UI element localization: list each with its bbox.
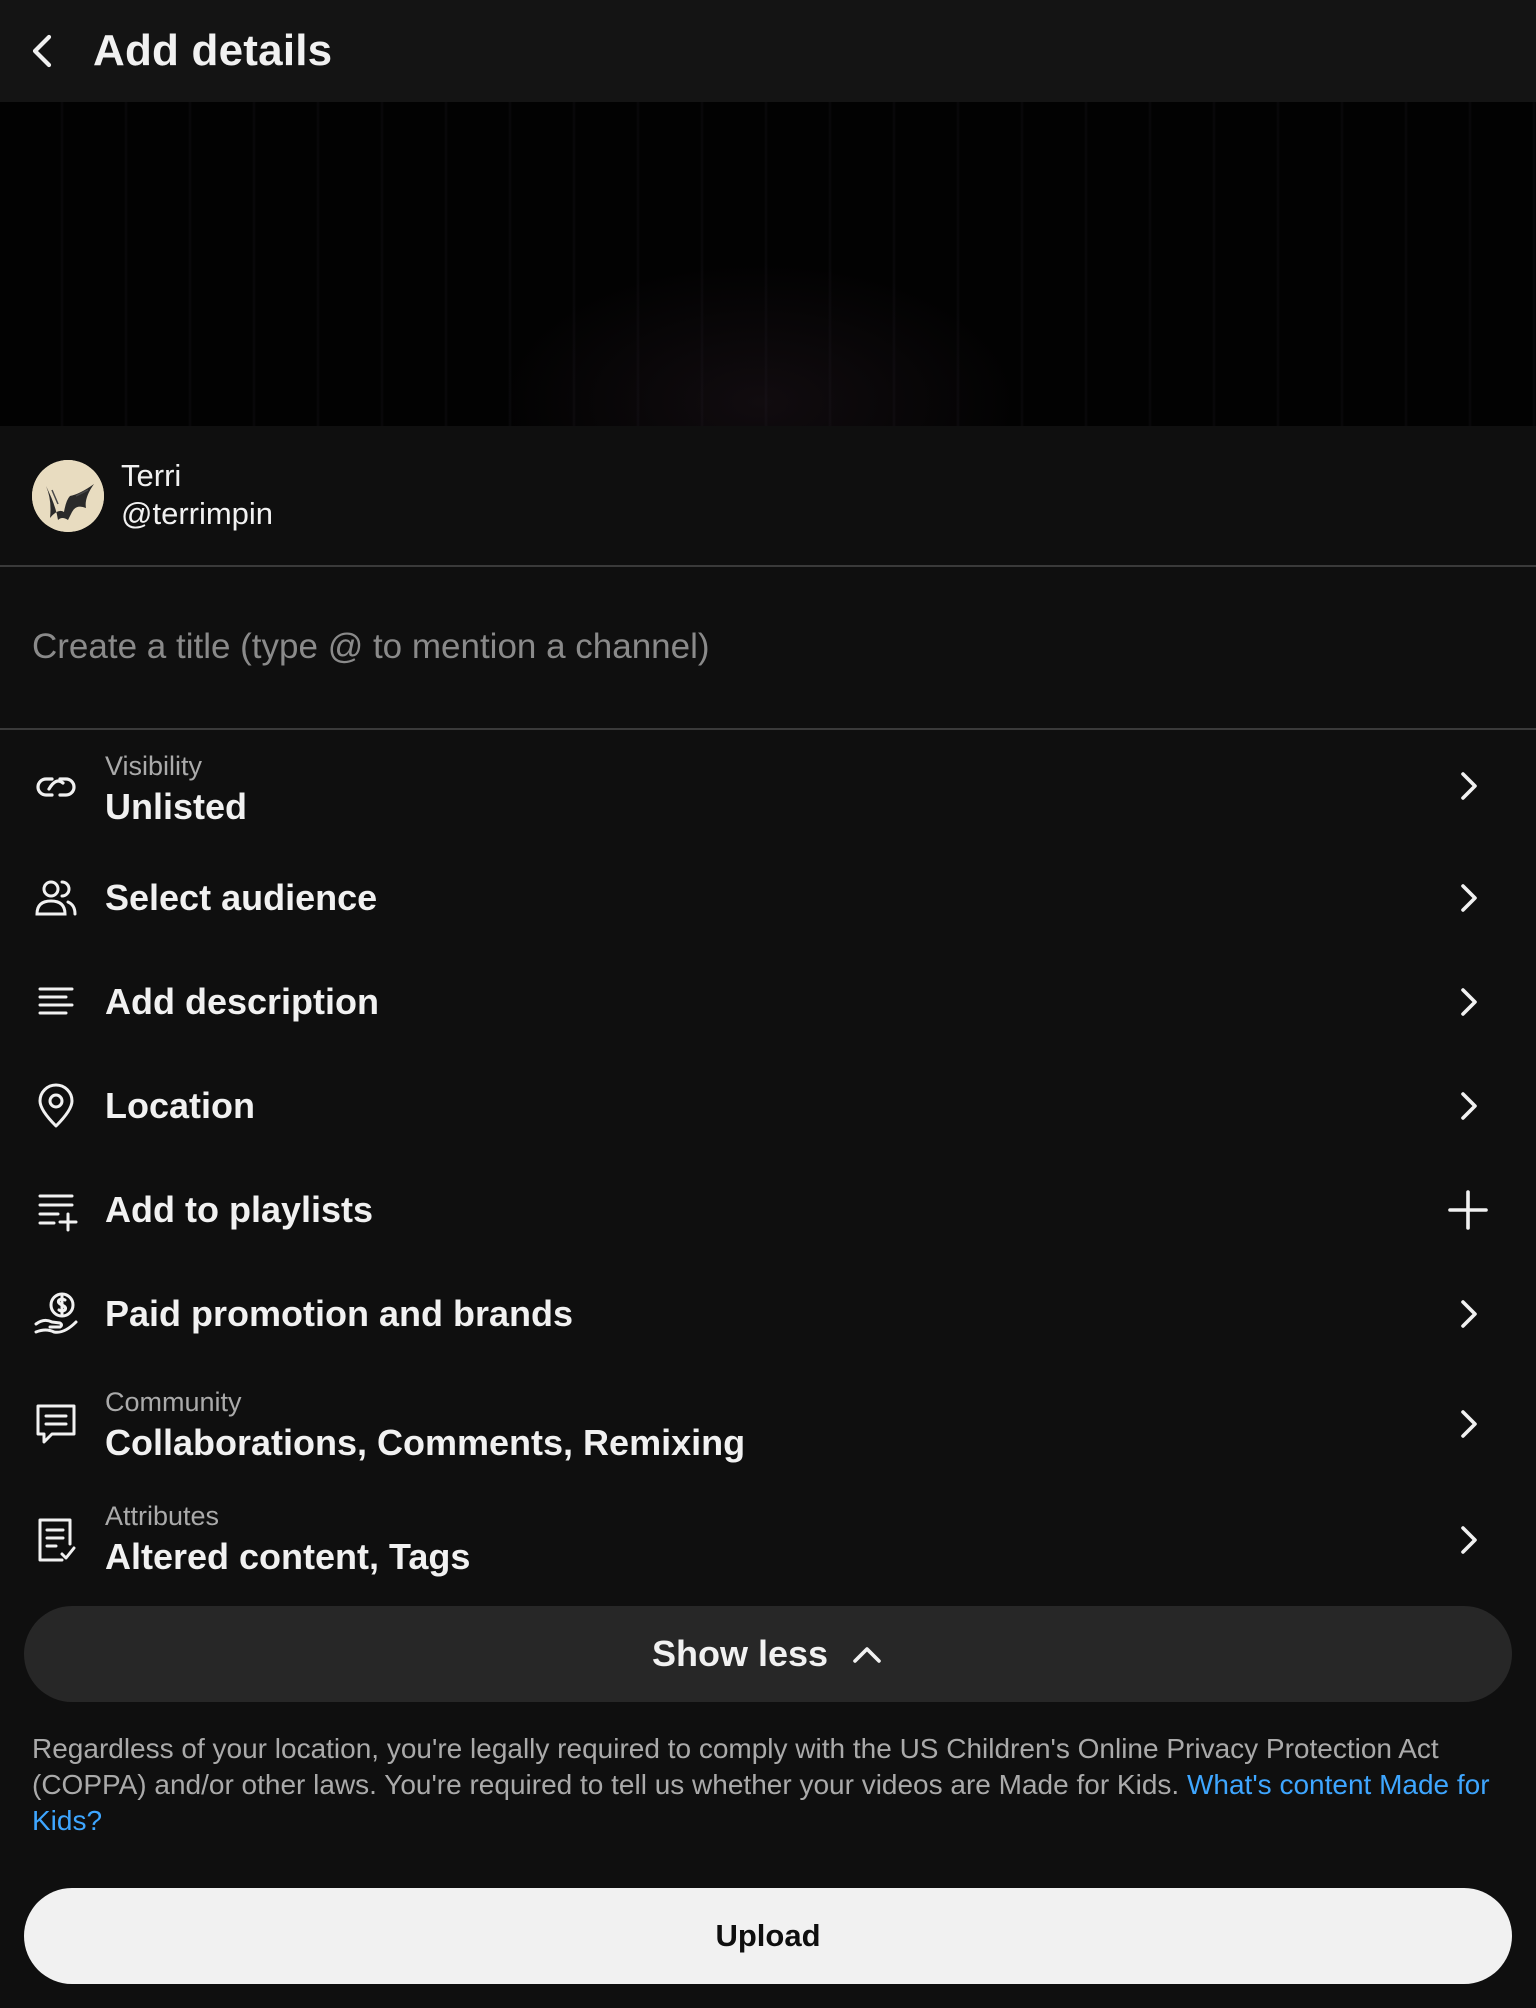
chevron-right-icon (1440, 1396, 1496, 1452)
location-row[interactable]: Location (0, 1054, 1536, 1158)
visibility-value: Unlisted (105, 786, 248, 827)
comment-icon (28, 1396, 84, 1452)
audience-label: Select audience (105, 877, 378, 918)
visibility-sublabel: Visibility (105, 751, 203, 781)
back-button[interactable] (14, 22, 72, 80)
people-icon (28, 870, 84, 926)
dollar-hand-icon (28, 1286, 84, 1342)
upload-button[interactable]: Upload (24, 1888, 1512, 1984)
video-frame (0, 102, 1536, 426)
channel-name: Terri (121, 458, 182, 493)
description-label: Add description (105, 981, 380, 1022)
attributes-value: Altered content, Tags (105, 1536, 471, 1577)
description-row[interactable]: Add description (0, 950, 1536, 1054)
title-section (0, 567, 1536, 730)
chevron-left-icon (32, 34, 52, 68)
community-value: Collaborations, Comments, Remixing (105, 1422, 746, 1463)
chevron-right-icon (1440, 758, 1496, 814)
channel-handle: @terrimpin (121, 496, 274, 531)
visibility-row[interactable]: Visibility Unlisted (0, 730, 1536, 838)
community-row[interactable]: Community Collaborations, Comments, Remi… (0, 1366, 1536, 1480)
chevron-up-icon (853, 1647, 881, 1663)
attributes-row[interactable]: Attributes Altered content, Tags (0, 1482, 1536, 1596)
paid-promotion-label: Paid promotion and brands (105, 1293, 574, 1334)
link-icon (28, 758, 84, 814)
plus-icon[interactable] (1440, 1182, 1496, 1238)
chevron-right-icon (1440, 974, 1496, 1030)
chevron-right-icon (1440, 870, 1496, 926)
attributes-sublabel: Attributes (105, 1501, 220, 1531)
paid-promotion-row[interactable]: Paid promotion and brands (0, 1262, 1536, 1366)
playlist-add-icon (28, 1182, 84, 1238)
show-less-button[interactable]: Show less (24, 1606, 1512, 1702)
lines-icon (28, 974, 84, 1030)
playlists-row[interactable]: Add to playlists (0, 1158, 1536, 1262)
audience-row[interactable]: Select audience (0, 846, 1536, 950)
video-preview[interactable] (0, 102, 1536, 426)
channel-row: Terri @terrimpin (0, 426, 1536, 567)
page-title: Add details (93, 26, 333, 75)
app-root: Add details Terri @terrimpin Create a ti… (0, 0, 1536, 2008)
chevron-right-icon (1440, 1512, 1496, 1568)
avatar (32, 460, 104, 532)
show-less-label: Show less (651, 1633, 829, 1674)
chevron-right-icon (1440, 1078, 1496, 1134)
community-sublabel: Community (105, 1387, 242, 1417)
bat-avatar-icon (32, 460, 104, 532)
coppa-disclaimer: Regardless of your location, you're lega… (32, 1731, 1512, 1839)
location-label: Location (105, 1085, 255, 1126)
playlists-label: Add to playlists (105, 1189, 374, 1230)
chevron-right-icon (1440, 1286, 1496, 1342)
document-check-icon (28, 1512, 84, 1568)
title-input[interactable] (32, 619, 1492, 675)
top-bar: Add details (0, 0, 1536, 102)
location-pin-icon (28, 1078, 84, 1134)
